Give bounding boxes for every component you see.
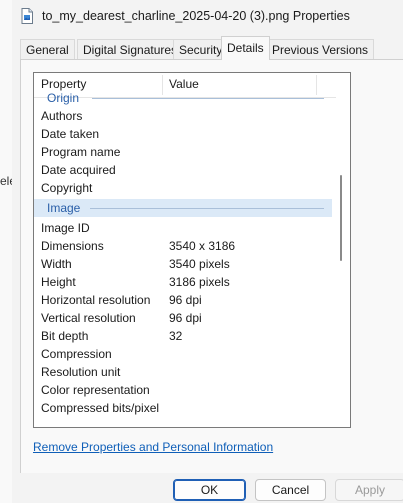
list-item[interactable]: Program name: [34, 143, 336, 161]
group-label: Image: [47, 201, 81, 215]
apply-button[interactable]: Apply: [335, 479, 403, 501]
ok-button[interactable]: OK: [173, 479, 246, 501]
property-value: 3540 pixels: [169, 257, 230, 271]
property-value: 3186 pixels: [169, 275, 230, 289]
property-name: Date taken: [41, 127, 100, 141]
list-item[interactable]: Height 3186 pixels: [34, 273, 336, 291]
window-title: to_my_dearest_charline_2025-04-20 (3).pn…: [42, 9, 350, 23]
property-name: Resolution unit: [41, 365, 121, 379]
property-name: Authors: [41, 109, 83, 123]
png-file-icon: [21, 8, 33, 24]
property-value: 32: [169, 329, 183, 343]
tab-details[interactable]: Details: [221, 36, 270, 60]
list-item[interactable]: Authors: [34, 107, 336, 125]
list-item[interactable]: Copyright: [34, 179, 336, 197]
group-divider: [90, 208, 324, 209]
property-name: Width: [41, 257, 72, 271]
vertical-scrollbar[interactable]: [335, 103, 347, 423]
scrollbar-thumb[interactable]: [340, 175, 342, 261]
list-item[interactable]: Vertical resolution 96 dpi: [34, 309, 336, 327]
list-item[interactable]: Horizontal resolution 96 dpi: [34, 291, 336, 309]
property-name: Date acquired: [41, 163, 116, 177]
property-name: Vertical resolution: [41, 311, 136, 325]
list-item[interactable]: Dimensions 3540 x 3186: [34, 237, 336, 255]
properties-dialog: to_my_dearest_charline_2025-04-20 (3).pn…: [12, 0, 403, 503]
properties-list[interactable]: Property Value Origin Authors Date taken: [33, 72, 351, 428]
property-value: 96 dpi: [169, 311, 202, 325]
remove-properties-link[interactable]: Remove Properties and Personal Informati…: [33, 440, 273, 454]
list-item[interactable]: Bit depth 32: [34, 327, 336, 345]
property-name: Compressed bits/pixel: [41, 401, 160, 415]
property-name: Horizontal resolution: [41, 293, 151, 307]
list-item[interactable]: Date taken: [34, 125, 336, 143]
list-item[interactable]: Date acquired: [34, 161, 336, 179]
group-origin[interactable]: Origin: [34, 89, 332, 107]
details-panel: Property Value Origin Authors Date taken: [20, 59, 403, 473]
tab-strip: General Digital Signatures Security Deta…: [20, 36, 403, 60]
property-name: Bit depth: [41, 329, 89, 343]
list-item[interactable]: Width 3540 pixels: [34, 255, 336, 273]
property-name: Compression: [41, 347, 112, 361]
property-name: Dimensions: [41, 239, 104, 253]
list-item[interactable]: Resolution unit: [34, 363, 336, 381]
list-item[interactable]: Image ID: [34, 219, 336, 237]
list-item[interactable]: Compression: [34, 345, 336, 363]
property-name: Height: [41, 275, 76, 289]
property-name: Image ID: [41, 221, 90, 235]
title-bar[interactable]: to_my_dearest_charline_2025-04-20 (3).pn…: [12, 0, 403, 34]
property-name: Program name: [41, 145, 121, 159]
list-item[interactable]: Compressed bits/pixel: [34, 399, 336, 417]
property-name: Color representation: [41, 383, 150, 397]
tab-previous-versions[interactable]: Previous Versions: [266, 39, 375, 59]
tab-general[interactable]: General: [20, 39, 75, 59]
list-item[interactable]: Color representation: [34, 381, 336, 399]
property-value: 3540 x 3186: [169, 239, 236, 253]
tab-digital-signatures[interactable]: Digital Signatures: [77, 39, 184, 59]
property-name: Copyright: [41, 181, 93, 195]
cancel-button[interactable]: Cancel: [255, 479, 326, 501]
group-label: Origin: [47, 91, 80, 105]
property-value: 96 dpi: [169, 293, 202, 307]
group-divider: [92, 98, 324, 99]
group-image[interactable]: Image: [34, 199, 332, 217]
